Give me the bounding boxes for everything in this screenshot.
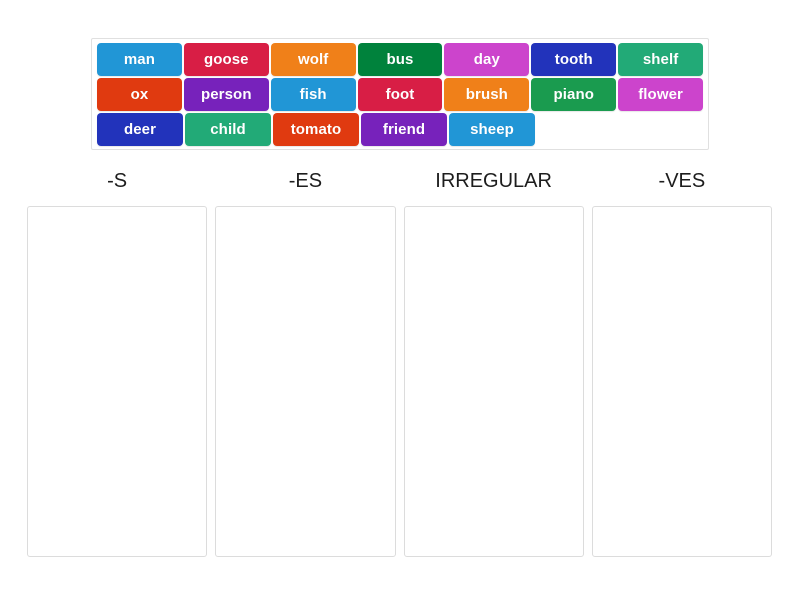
word-tile[interactable]: bus (357, 43, 443, 76)
drop-zone-2[interactable] (403, 206, 584, 557)
word-tile[interactable]: wolf (270, 43, 356, 76)
word-tile[interactable]: tooth (531, 43, 617, 76)
word-tile[interactable]: day (444, 43, 530, 76)
word-bank-rows: man goose wolf bus day tooth shelf ox person fish… (97, 43, 704, 146)
word-tile[interactable]: piano (531, 78, 617, 111)
drop-zone-0[interactable] (27, 206, 208, 557)
category-headers: -S -ES IRREGULAR -VES (27, 168, 772, 194)
word-tile[interactable]: person (183, 78, 269, 111)
word-tile[interactable]: sheep (449, 113, 535, 146)
category-header-2: IRREGULAR (435, 170, 552, 192)
word-tile[interactable]: flower (618, 78, 704, 111)
word-tile[interactable]: child (185, 113, 271, 146)
word-tile[interactable]: foot (357, 78, 443, 111)
word-bank: man goose wolf bus day tooth shelf ox person fish… (91, 38, 709, 150)
word-bank-row: ox person fish foot brush piano flower (97, 78, 704, 111)
drop-zone-3[interactable] (591, 206, 772, 557)
word-bank-row: deer child tomato friend sheep (97, 113, 703, 146)
word-tile[interactable]: ox (97, 78, 182, 111)
word-tile[interactable]: man (97, 43, 182, 76)
word-tile[interactable]: shelf (618, 43, 704, 76)
group-sort-activity: man goose wolf bus day tooth shelf ox person fish… (0, 0, 800, 600)
drop-zone-1[interactable] (215, 206, 396, 557)
drop-zones (27, 206, 772, 557)
word-tile[interactable]: friend (361, 113, 447, 146)
word-bank-row: man goose wolf bus day tooth shelf (97, 43, 704, 76)
word-tile[interactable]: tomato (273, 113, 359, 146)
word-tile[interactable]: fish (270, 78, 356, 111)
word-tile[interactable]: goose (183, 43, 269, 76)
word-tile[interactable]: brush (444, 78, 530, 111)
category-header-0: -S (107, 170, 128, 192)
word-tile[interactable]: deer (97, 113, 183, 146)
category-header-1: -ES (288, 170, 323, 192)
category-header-3: -VES (658, 170, 706, 192)
